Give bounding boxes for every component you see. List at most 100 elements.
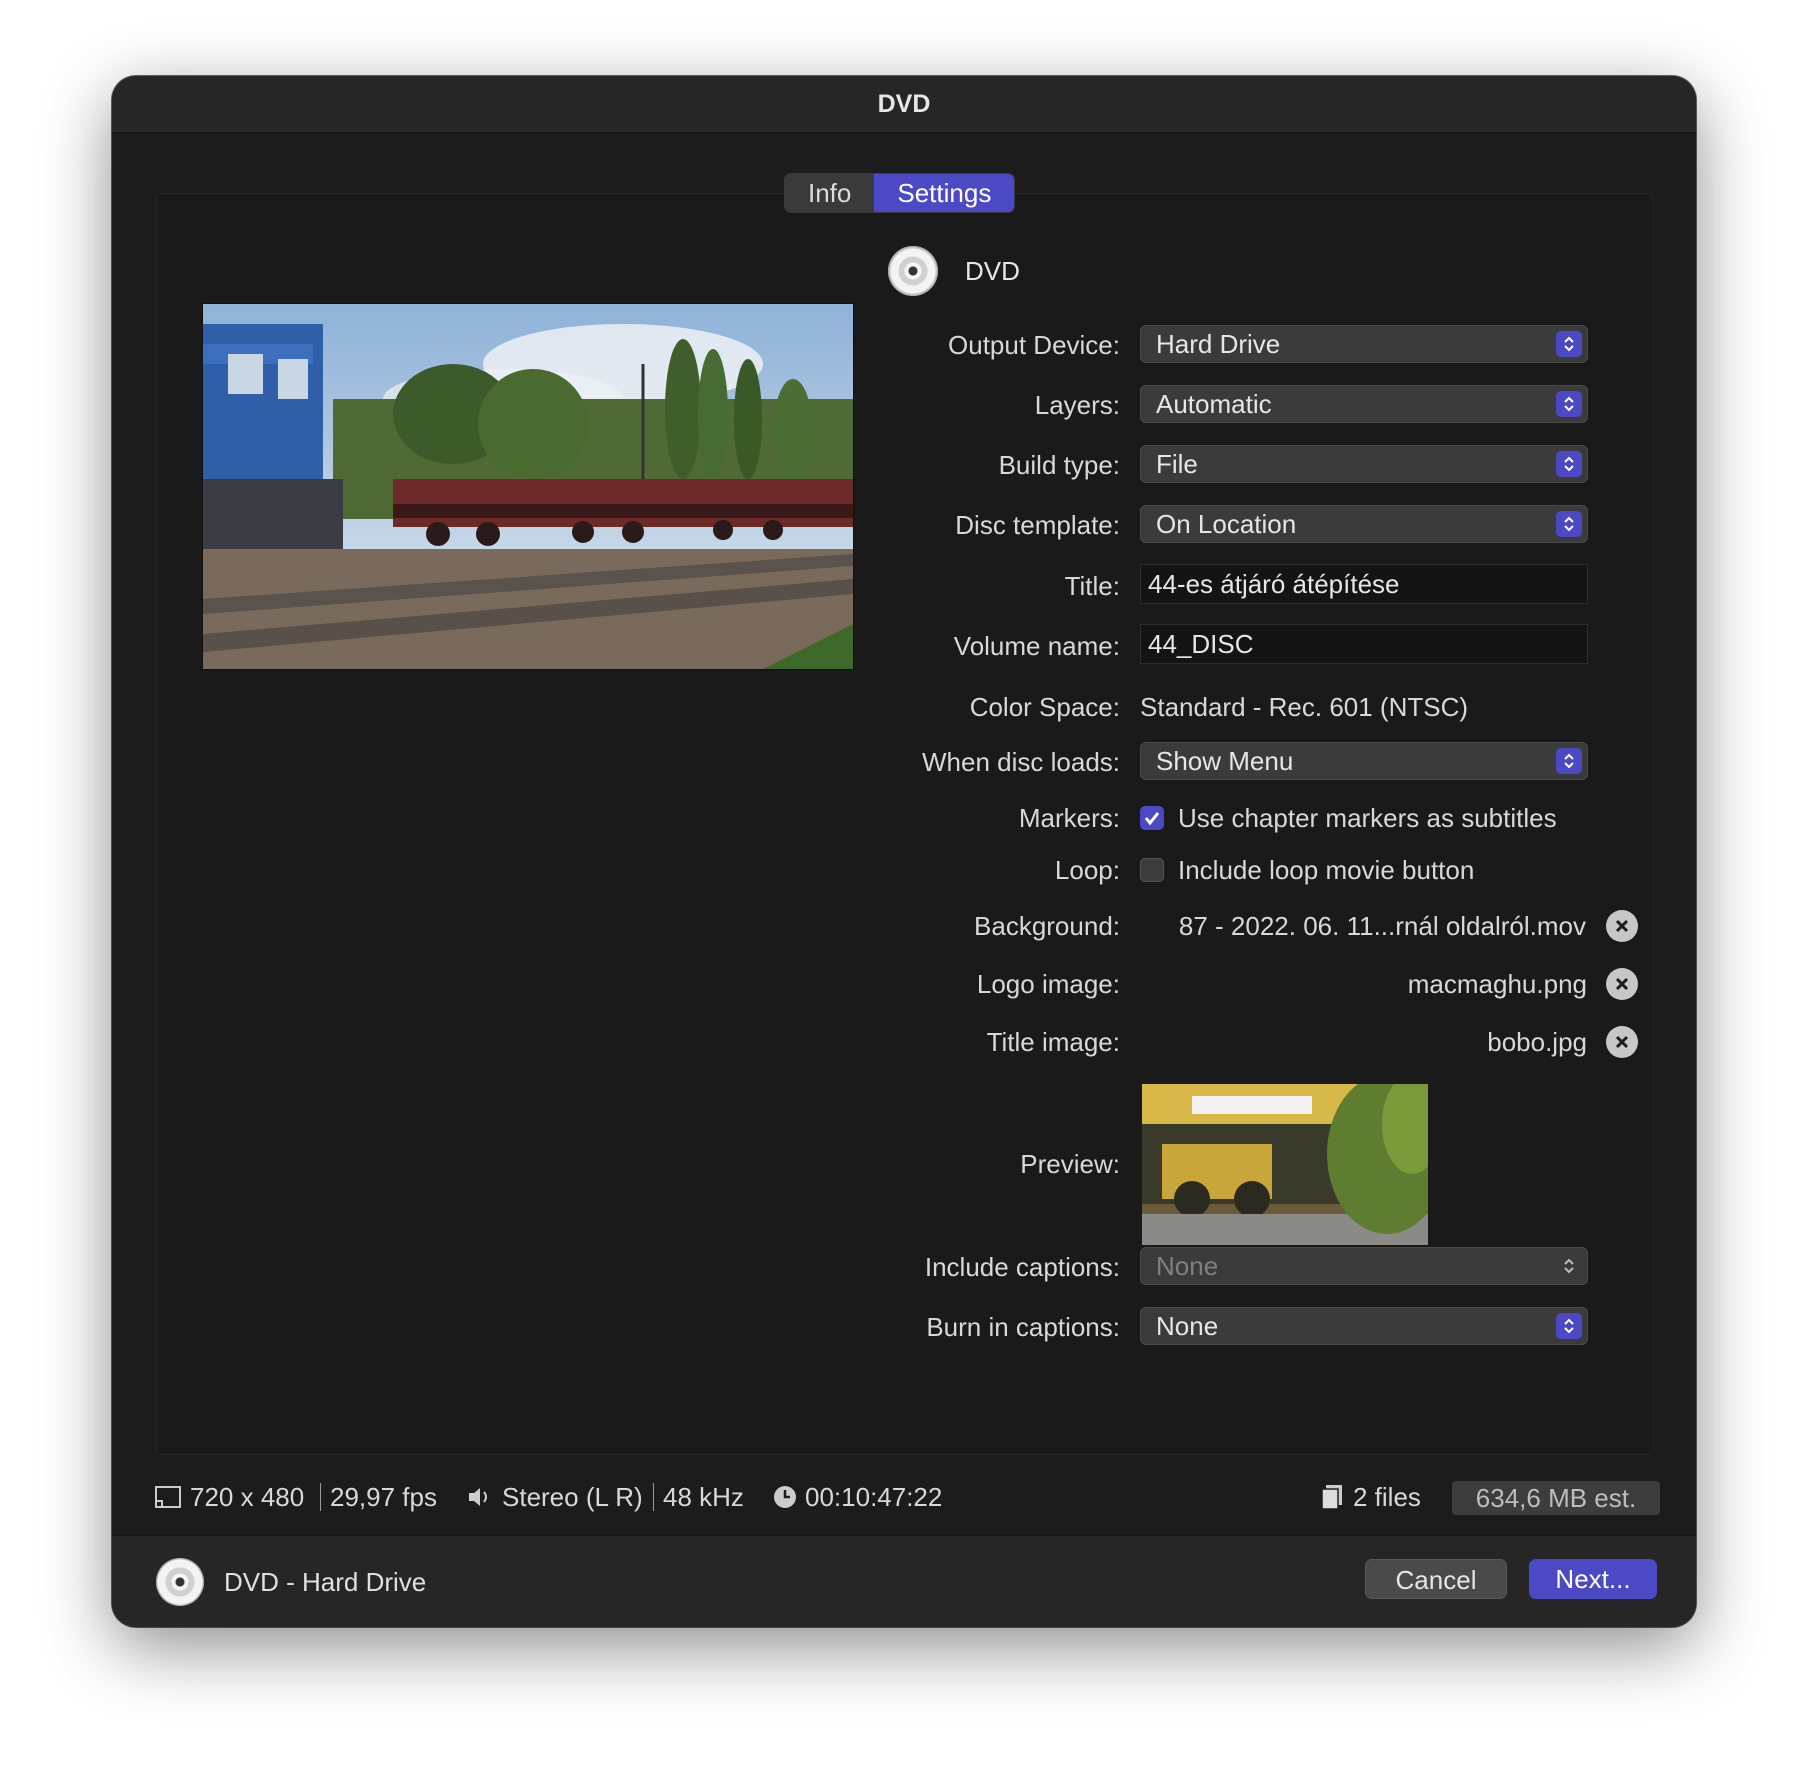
disc-template-label: Disc template: [955, 510, 1120, 540]
chevron-up-down-icon [1556, 511, 1582, 537]
close-icon [1615, 977, 1629, 991]
volume-name-label: Volume name: [953, 631, 1120, 661]
fps-text: 29,97 fps [330, 1482, 437, 1512]
include-captions-value: None [1156, 1251, 1219, 1281]
size-estimate-badge: 634,6 MB est. [1452, 1481, 1660, 1515]
format-label: DVD [965, 255, 1020, 286]
disc-icon [888, 246, 938, 296]
output-device-row: Output Device: Hard Drive [112, 325, 1696, 365]
destination-label: DVD - Hard Drive [224, 1567, 427, 1597]
title-row: Title: 44-es átjáró átépítése [112, 564, 1696, 606]
layers-value: Automatic [1156, 389, 1272, 419]
output-device-label: Output Device: [948, 330, 1120, 360]
clear-background-button[interactable] [1606, 910, 1638, 942]
burn-in-captions-popup[interactable]: None [1140, 1307, 1588, 1345]
tab-bar: Info Settings [784, 173, 1016, 213]
when-disc-loads-row: When disc loads: Show Menu [112, 742, 1696, 782]
loop-checkbox[interactable] [1140, 858, 1164, 882]
close-icon [1615, 1035, 1629, 1049]
burn-in-captions-value: None [1156, 1311, 1219, 1341]
logo-image-row: Logo image: macmaghu.png [112, 964, 1696, 1004]
title-image-file: bobo.jpg [1487, 1027, 1587, 1057]
tab-settings[interactable]: Settings [874, 174, 1015, 212]
volume-name-row: Volume name: 44_DISC [112, 624, 1696, 666]
cancel-button[interactable]: Cancel [1365, 1559, 1507, 1599]
title-image-row: Title image: bobo.jpg [112, 1022, 1696, 1062]
checkmark-icon [1144, 812, 1160, 826]
markers-checkbox-label[interactable]: Use chapter markers as subtitles [1178, 798, 1557, 838]
disc-template-popup[interactable]: On Location [1140, 505, 1588, 543]
chevron-up-down-icon [1556, 331, 1582, 357]
background-file: 87 - 2022. 06. 11...rnál oldalról.mov [1178, 911, 1586, 941]
loop-label: Loop: [1054, 855, 1120, 885]
divider [653, 1483, 654, 1511]
chevron-up-down-icon [1556, 451, 1582, 477]
background-label: Background: [974, 911, 1120, 941]
files-icon [1319, 1475, 1345, 1524]
include-captions-row: Include captions: None [112, 1247, 1696, 1287]
duration-text: 00:10:47:22 [805, 1482, 943, 1512]
when-disc-loads-value: Show Menu [1156, 746, 1294, 776]
output-device-value: Hard Drive [1156, 329, 1281, 359]
format-header: DVD [888, 246, 1020, 296]
clear-title-image-button[interactable] [1606, 1026, 1638, 1058]
chevron-up-down-icon [1556, 748, 1582, 774]
tab-info[interactable]: Info [785, 174, 875, 212]
color-space-value: Standard - Rec. 601 (NTSC) [1140, 692, 1469, 722]
color-space-label: Color Space: [969, 692, 1120, 722]
burn-in-captions-row: Burn in captions: None [112, 1307, 1696, 1347]
speaker-icon [466, 1475, 494, 1524]
disc-template-value: On Location [1156, 509, 1297, 539]
when-disc-loads-popup[interactable]: Show Menu [1140, 742, 1588, 780]
sample-rate-text: 48 kHz [663, 1482, 744, 1512]
title-image-preview [1142, 1084, 1428, 1245]
color-space-row: Color Space: Standard - Rec. 601 (NTSC) [112, 687, 1696, 727]
layers-popup[interactable]: Automatic [1140, 385, 1588, 423]
markers-row: Markers: Use chapter markers as subtitle… [112, 798, 1696, 838]
title-field[interactable]: 44-es átjáró átépítése [1140, 564, 1588, 604]
burn-in-captions-label: Burn in captions: [926, 1312, 1120, 1342]
build-type-popup[interactable]: File [1140, 445, 1588, 483]
build-type-label: Build type: [998, 450, 1120, 480]
preview-row: Preview: [112, 1144, 1696, 1184]
build-type-row: Build type: File [112, 445, 1696, 485]
title-field-value: 44-es átjáró átépítése [1148, 569, 1400, 599]
markers-label: Markers: [1018, 803, 1120, 833]
volume-name-field[interactable]: 44_DISC [1140, 624, 1588, 664]
background-row: Background: 87 - 2022. 06. 11...rnál old… [112, 906, 1696, 946]
dvd-export-window: DVD Info Settings DVD Output Device: Har… [112, 76, 1696, 1627]
clock-icon [772, 1475, 798, 1523]
logo-image-file: macmaghu.png [1407, 969, 1587, 999]
disc-template-row: Disc template: On Location [112, 505, 1696, 545]
disc-icon [156, 1558, 204, 1606]
build-type-value: File [1156, 449, 1198, 479]
title-label: Title: [1064, 571, 1120, 601]
frame-size-icon [154, 1475, 182, 1524]
logo-image-label: Logo image: [976, 969, 1120, 999]
audio-text: Stereo (L R) [502, 1482, 643, 1512]
output-device-popup[interactable]: Hard Drive [1140, 325, 1588, 363]
chevron-up-down-icon [1556, 1313, 1582, 1339]
chevron-up-down-icon [1556, 1253, 1582, 1279]
layers-row: Layers: Automatic [112, 385, 1696, 425]
title-image-label: Title image: [986, 1027, 1120, 1057]
chevron-up-down-icon [1556, 391, 1582, 417]
next-button[interactable]: Next... [1529, 1559, 1657, 1599]
loop-checkbox-label[interactable]: Include loop movie button [1178, 850, 1474, 890]
clear-logo-image-button[interactable] [1606, 968, 1638, 1000]
close-icon [1615, 919, 1629, 933]
preview-label: Preview: [1020, 1149, 1120, 1179]
status-bar: 720 x 480 29,97 fps Stereo (L R) 48 kHz … [112, 1475, 1696, 1519]
window-title: DVD [112, 76, 1696, 133]
when-disc-loads-label: When disc loads: [922, 747, 1120, 777]
files-count-text: 2 files [1353, 1482, 1421, 1512]
include-captions-popup[interactable]: None [1140, 1247, 1588, 1285]
layers-label: Layers: [1034, 390, 1120, 420]
volume-name-value: 44_DISC [1148, 629, 1254, 659]
markers-checkbox[interactable] [1140, 806, 1164, 830]
footer-bar: DVD - Hard Drive Cancel Next... [112, 1535, 1696, 1627]
include-captions-label: Include captions: [924, 1252, 1120, 1282]
divider [320, 1483, 321, 1511]
resolution-text: 720 x 480 [190, 1482, 305, 1512]
loop-row: Loop: Include loop movie button [112, 850, 1696, 890]
